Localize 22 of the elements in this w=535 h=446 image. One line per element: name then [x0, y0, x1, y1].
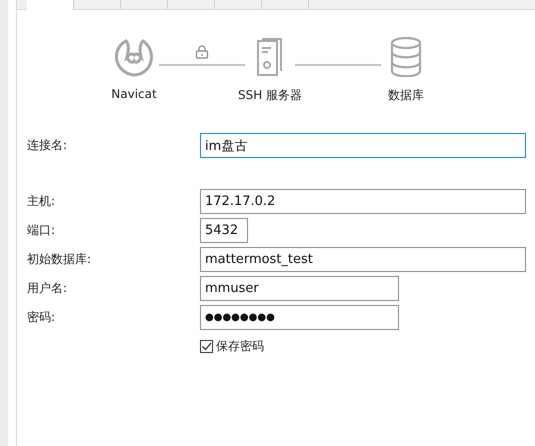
- node-label: 数据库: [388, 87, 424, 104]
- node-label: SSH 服务器: [238, 87, 302, 104]
- lock-icon: [195, 45, 209, 59]
- field-label: 端口:: [27, 222, 56, 239]
- save-password-checkbox[interactable]: 保存密码: [200, 338, 526, 355]
- node-label: Navicat: [111, 87, 157, 101]
- input-field[interactable]: im盘古: [200, 133, 526, 158]
- input-field[interactable]: mattermost_test: [200, 247, 526, 272]
- tab[interactable]: [27, 0, 74, 10]
- field-label: 用户名:: [27, 280, 68, 297]
- input-field[interactable]: ●●●●●●●●: [200, 305, 399, 330]
- field-label: 连接名:: [27, 137, 68, 154]
- field-label: 主机:: [27, 193, 56, 210]
- input-field[interactable]: mmuser: [200, 276, 399, 301]
- input-field[interactable]: 172.17.0.2: [200, 189, 526, 214]
- checkmark-icon: [201, 341, 212, 352]
- database-icon: [390, 37, 422, 77]
- field-label: 密码:: [27, 309, 56, 326]
- field-label: 初始数据库:: [27, 251, 92, 268]
- navicat-logo-icon: [113, 37, 155, 77]
- input-field[interactable]: 5432: [200, 218, 248, 243]
- server-icon: [256, 37, 284, 77]
